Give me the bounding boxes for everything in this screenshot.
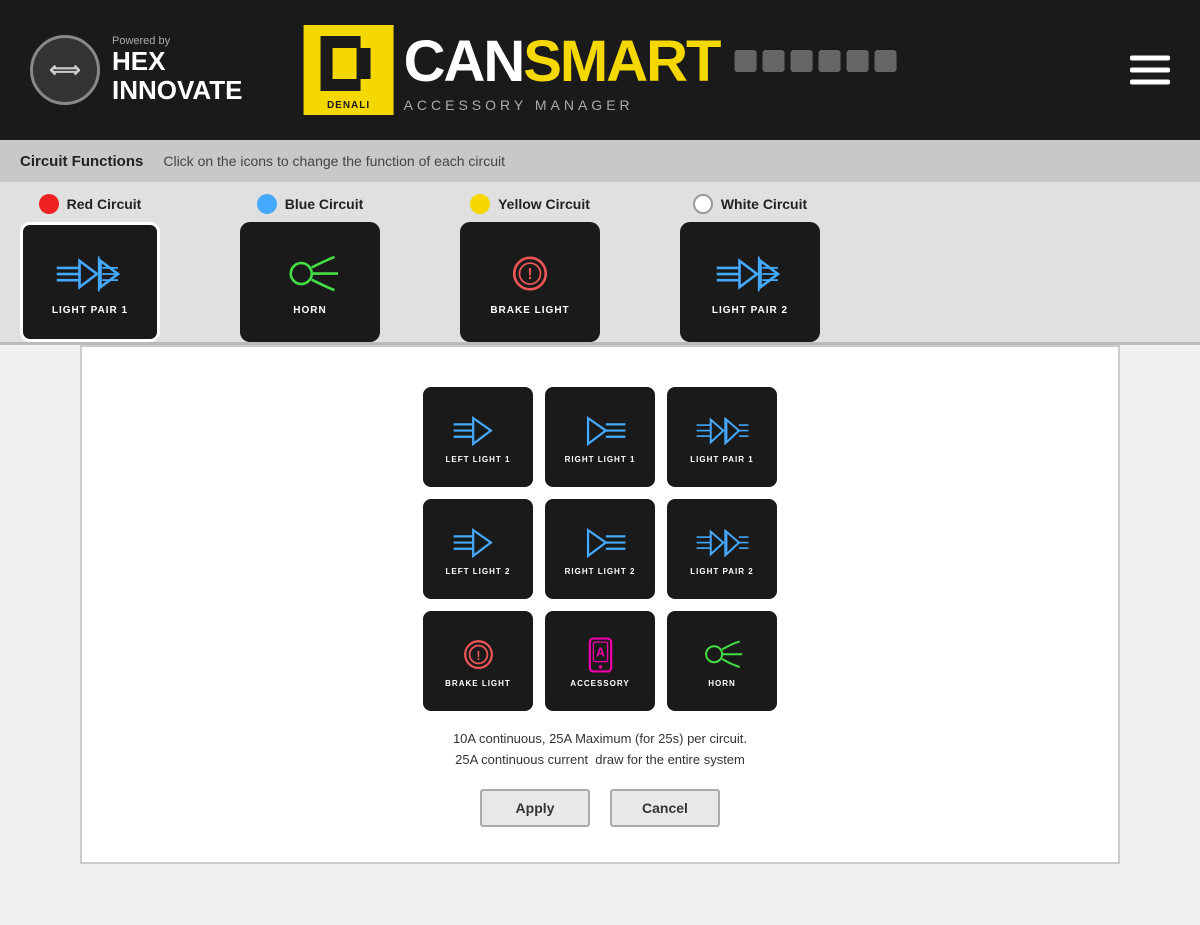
yellow-circuit-label-row: Yellow Circuit (470, 194, 590, 214)
left-light-2-icon (451, 523, 506, 563)
apply-button[interactable]: Apply (480, 789, 590, 827)
option-right-light-2[interactable]: RIGHT LIGHT 2 (545, 499, 655, 599)
yellow-circuit-name: Yellow Circuit (498, 196, 590, 212)
denali-box: DENALI (304, 25, 394, 115)
circuit-selector-row: Red Circuit LIGHT PAIR 1 (0, 182, 1200, 345)
red-circuit-name: Red Circuit (67, 196, 142, 212)
cancel-button[interactable]: Cancel (610, 789, 720, 827)
light-pair-2-option-icon (695, 523, 750, 563)
white-circuit-name: White Circuit (721, 196, 807, 212)
white-circuit-dot (693, 194, 713, 214)
svg-text:!: ! (527, 265, 532, 282)
white-circuit-label-row: White Circuit (693, 194, 807, 214)
hex-innovate-label: HEXINNOVATE (112, 47, 242, 104)
brake-light-label: BRAKE LIGHT (445, 679, 511, 688)
menu-button[interactable] (1130, 56, 1170, 85)
left-light-2-label: LEFT LIGHT 2 (446, 567, 511, 576)
hex-circle: ⟺ (30, 35, 100, 105)
circuit-functions-bar: Circuit Functions Click on the icons to … (0, 140, 1200, 182)
blue-circuit-label-row: Blue Circuit (257, 194, 364, 214)
light-pair-1-option-label: LIGHT PAIR 1 (690, 455, 753, 464)
blue-circuit-dot (257, 194, 277, 214)
blue-circuit-icon-box[interactable]: HORN (240, 222, 380, 342)
horn-icon-blue (275, 249, 345, 299)
red-circuit-label-row: Red Circuit (39, 194, 142, 214)
yellow-circuit-icon-box[interactable]: ! BRAKE LIGHT (460, 222, 600, 342)
circuit-item-yellow[interactable]: Yellow Circuit ! BRAKE LIGHT (460, 194, 600, 342)
info-text: 10A continuous, 25A Maximum (for 25s) pe… (453, 729, 747, 771)
horn-label: HORN (708, 679, 736, 688)
hex-arrows-icon: ⟺ (49, 57, 81, 83)
circuit-functions-title: Circuit Functions (20, 153, 143, 170)
hamburger-line-1 (1130, 56, 1170, 61)
options-popup: LEFT LIGHT 1 RIGHT LIGHT 1 (80, 345, 1120, 864)
option-horn[interactable]: HORN (667, 611, 777, 711)
light-pair-1-icon (55, 249, 125, 299)
hex-innovate-logo: ⟺ Powered by HEXINNOVATE (30, 35, 242, 105)
svg-text:A: A (596, 645, 605, 659)
right-light-2-label: RIGHT LIGHT 2 (565, 567, 636, 576)
yellow-circuit-dot (470, 194, 490, 214)
circuit-item-red[interactable]: Red Circuit LIGHT PAIR 1 (20, 194, 160, 342)
circuit-functions-description: Click on the icons to change the functio… (163, 153, 505, 169)
right-light-2-icon (573, 523, 628, 563)
white-circuit-icon-label: LIGHT PAIR 2 (712, 305, 788, 316)
accessory-manager-label: ACCESSORY MANAGER (404, 97, 897, 113)
can-label: CAN (404, 28, 524, 95)
left-light-1-label: LEFT LIGHT 1 (446, 455, 511, 464)
svg-text:DENALI: DENALI (327, 100, 370, 111)
options-grid: LEFT LIGHT 1 RIGHT LIGHT 1 (423, 387, 777, 711)
denali-d-icon: DENALI (309, 28, 389, 113)
light-pair-1-option-icon (695, 411, 750, 451)
left-light-1-icon (451, 411, 506, 451)
accessory-label: ACCESSORY (570, 679, 629, 688)
brake-light-icon-yellow: ! (495, 249, 565, 299)
svg-text:!: ! (476, 648, 480, 662)
red-circuit-dot (39, 194, 59, 214)
hex-text: Powered by HEXINNOVATE (112, 35, 242, 104)
option-brake-light[interactable]: ! BRAKE LIGHT (423, 611, 533, 711)
option-left-light-1[interactable]: LEFT LIGHT 1 (423, 387, 533, 487)
brake-light-icon: ! (451, 635, 506, 675)
red-circuit-icon-label: LIGHT PAIR 1 (52, 305, 128, 316)
horn-icon (695, 635, 750, 675)
blue-circuit-name: Blue Circuit (285, 196, 364, 212)
option-right-light-1[interactable]: RIGHT LIGHT 1 (545, 387, 655, 487)
cansmart-logo: DENALI CANSMART ACCESSORY MANAGER (304, 25, 897, 115)
yellow-circuit-icon-label: BRAKE LIGHT (490, 305, 569, 316)
action-buttons: Apply Cancel (480, 789, 720, 827)
white-circuit-icon-box[interactable]: LIGHT PAIR 2 (680, 222, 820, 342)
light-pair-2-option-label: LIGHT PAIR 2 (690, 567, 753, 576)
light-pair-2-icon (715, 249, 785, 299)
right-light-1-icon (573, 411, 628, 451)
circuit-item-blue[interactable]: Blue Circuit HORN (240, 194, 380, 342)
blue-circuit-icon-label: HORN (293, 305, 326, 316)
option-light-pair-2[interactable]: LIGHT PAIR 2 (667, 499, 777, 599)
dots-decoration (734, 50, 896, 72)
option-light-pair-1[interactable]: LIGHT PAIR 1 (667, 387, 777, 487)
red-circuit-icon-box[interactable]: LIGHT PAIR 1 (20, 222, 160, 342)
cansmart-text: CANSMART ACCESSORY MANAGER (404, 28, 897, 113)
header: ⟺ Powered by HEXINNOVATE DENALI CANSMART (0, 0, 1200, 140)
option-left-light-2[interactable]: LEFT LIGHT 2 (423, 499, 533, 599)
option-accessory[interactable]: A ACCESSORY (545, 611, 655, 711)
hamburger-line-2 (1130, 68, 1170, 73)
circuit-item-white[interactable]: White Circuit LIGHT PAIR 2 (680, 194, 820, 342)
bottom-area: LEFT LIGHT 1 RIGHT LIGHT 1 (112, 372, 1088, 837)
smart-label: SMART (523, 28, 719, 95)
accessory-icon: A (573, 635, 628, 675)
hamburger-line-3 (1130, 80, 1170, 85)
right-light-1-label: RIGHT LIGHT 1 (565, 455, 636, 464)
